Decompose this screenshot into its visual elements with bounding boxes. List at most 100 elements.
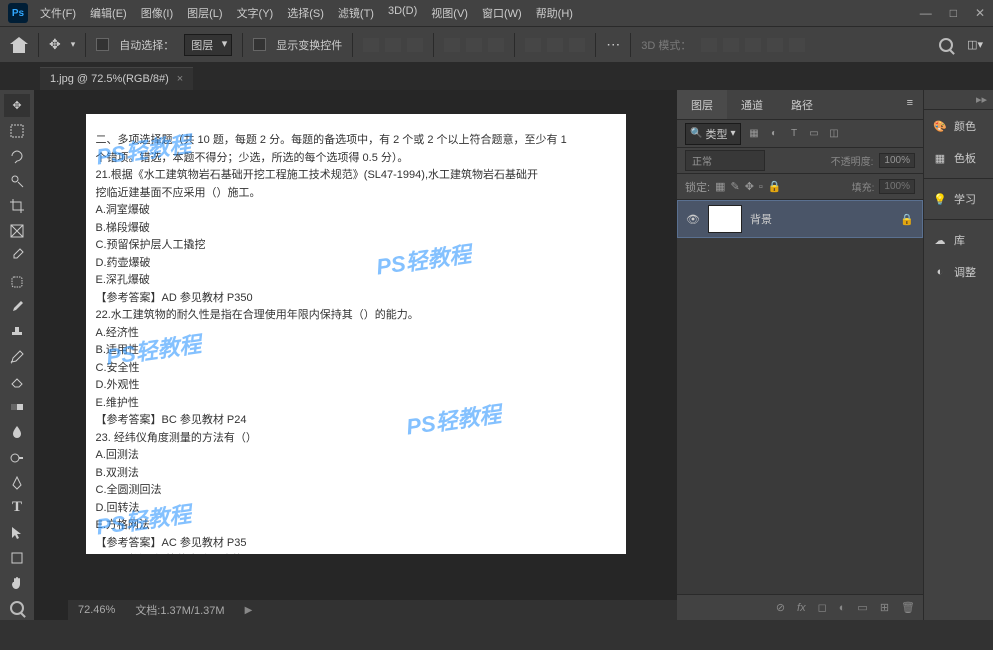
blur-tool[interactable] bbox=[4, 421, 30, 444]
brush-tool[interactable] bbox=[4, 295, 30, 318]
close-button[interactable]: ✕ bbox=[975, 6, 985, 20]
tab-paths[interactable]: 路径 bbox=[777, 90, 827, 119]
move-tool[interactable]: ✥ bbox=[4, 94, 30, 117]
marquee-tool[interactable] bbox=[4, 119, 30, 142]
align-icon[interactable] bbox=[363, 38, 379, 52]
blend-mode-dropdown[interactable]: 正常 bbox=[685, 150, 765, 171]
align-icon[interactable] bbox=[385, 38, 401, 52]
auto-select-checkbox[interactable] bbox=[96, 38, 109, 51]
tab-layers[interactable]: 图层 bbox=[677, 90, 727, 119]
menu-edit[interactable]: 编辑(E) bbox=[90, 5, 127, 21]
collapse-toggle-icon[interactable]: ▸▸ bbox=[924, 90, 993, 110]
tab-channels[interactable]: 通道 bbox=[727, 90, 777, 119]
lock-paint-icon[interactable]: ✎ bbox=[730, 180, 739, 193]
dodge-tool[interactable] bbox=[4, 446, 30, 469]
quick-select-tool[interactable] bbox=[4, 169, 30, 192]
pen-tool[interactable] bbox=[4, 471, 30, 494]
layer-group-icon[interactable]: ▭ bbox=[857, 601, 867, 614]
layer-panel-footer: ⊘ fx ◻ ◐ ▭ ⊞ 🗑 bbox=[677, 594, 923, 620]
panel-swatches[interactable]: ▦色板 bbox=[924, 142, 993, 174]
distribute-icon[interactable] bbox=[488, 38, 504, 52]
shape-tool[interactable] bbox=[4, 547, 30, 570]
fill-value[interactable]: 100% bbox=[879, 179, 915, 194]
3d-icon[interactable] bbox=[767, 38, 783, 52]
show-transform-checkbox[interactable] bbox=[253, 38, 266, 51]
3d-icon[interactable] bbox=[745, 38, 761, 52]
lock-all-icon[interactable]: 🔒 bbox=[768, 180, 782, 193]
lock-position-icon[interactable]: ✥ bbox=[745, 180, 754, 193]
layer-item[interactable]: 👁 背景 🔒 bbox=[677, 200, 923, 238]
crop-tool[interactable] bbox=[4, 195, 30, 218]
adjustment-layer-icon[interactable]: ◐ bbox=[839, 602, 846, 614]
3d-icon[interactable] bbox=[789, 38, 805, 52]
panel-menu-icon[interactable]: ≡ bbox=[897, 90, 923, 119]
eyedropper-tool[interactable] bbox=[4, 245, 30, 268]
delete-layer-icon[interactable]: 🗑 bbox=[901, 601, 915, 614]
filter-adjust-icon[interactable]: ◐ bbox=[767, 127, 781, 141]
distribute-icon[interactable] bbox=[569, 38, 585, 52]
lock-icon[interactable]: 🔒 bbox=[900, 213, 914, 226]
lock-pixels-icon[interactable]: ▦ bbox=[715, 180, 725, 193]
menu-select[interactable]: 选择(S) bbox=[287, 5, 324, 21]
layer-mask-icon[interactable]: ◻ bbox=[818, 601, 827, 614]
menu-window[interactable]: 窗口(W) bbox=[482, 5, 522, 21]
frame-tool[interactable] bbox=[4, 220, 30, 243]
panel-color[interactable]: 🎨颜色 bbox=[924, 110, 993, 142]
new-layer-icon[interactable]: ⊞ bbox=[880, 601, 889, 614]
link-layers-icon[interactable]: ⊘ bbox=[776, 601, 785, 614]
filter-smart-icon[interactable]: ◫ bbox=[827, 127, 841, 141]
layer-dropdown[interactable]: 图层 bbox=[184, 34, 232, 56]
lasso-tool[interactable] bbox=[4, 144, 30, 167]
layer-thumbnail[interactable] bbox=[708, 205, 742, 233]
layer-style-icon[interactable]: fx bbox=[797, 602, 806, 614]
gradient-tool[interactable] bbox=[4, 396, 30, 419]
filter-type-icon[interactable]: T bbox=[787, 127, 801, 141]
distribute-icon[interactable] bbox=[547, 38, 563, 52]
layer-name[interactable]: 背景 bbox=[750, 211, 772, 227]
filter-shape-icon[interactable]: ▭ bbox=[807, 127, 821, 141]
stamp-tool[interactable] bbox=[4, 320, 30, 343]
menu-layer[interactable]: 图层(L) bbox=[187, 5, 222, 21]
menu-view[interactable]: 视图(V) bbox=[431, 5, 468, 21]
type-tool[interactable]: T bbox=[4, 496, 30, 519]
search-icon[interactable] bbox=[939, 38, 953, 52]
healing-tool[interactable] bbox=[4, 270, 30, 293]
home-icon[interactable] bbox=[10, 37, 28, 53]
eraser-tool[interactable] bbox=[4, 371, 30, 394]
status-arrow-icon[interactable]: ▶ bbox=[245, 605, 253, 616]
menu-type[interactable]: 文字(Y) bbox=[237, 5, 274, 21]
path-select-tool[interactable] bbox=[4, 521, 30, 544]
zoom-level[interactable]: 72.46% bbox=[78, 604, 115, 616]
align-icon[interactable] bbox=[407, 38, 423, 52]
chevron-down-icon[interactable]: ▾ bbox=[71, 39, 76, 50]
distribute-icon[interactable] bbox=[466, 38, 482, 52]
menu-file[interactable]: 文件(F) bbox=[40, 5, 76, 21]
opacity-label: 不透明度: bbox=[831, 153, 874, 168]
menu-image[interactable]: 图像(I) bbox=[141, 5, 173, 21]
minimize-button[interactable]: — bbox=[920, 6, 932, 20]
menu-filter[interactable]: 滤镜(T) bbox=[338, 5, 374, 21]
distribute-icon[interactable] bbox=[444, 38, 460, 52]
maximize-button[interactable]: □ bbox=[950, 6, 957, 20]
more-icon[interactable]: ⋯ bbox=[606, 36, 620, 53]
file-tab[interactable]: 1.jpg @ 72.5%(RGB/8#) × bbox=[40, 67, 193, 90]
filter-pixel-icon[interactable]: ▦ bbox=[747, 127, 761, 141]
document-canvas[interactable]: PS轻教程 PS轻教程 PS轻教程 PS轻教程 PS轻教程 二、多项选择题（共 … bbox=[86, 114, 626, 554]
panel-adjustments[interactable]: ◐调整 bbox=[924, 256, 993, 288]
filter-type-dropdown[interactable]: 🔍类型▾ bbox=[685, 123, 741, 145]
3d-icon[interactable] bbox=[701, 38, 717, 52]
zoom-tool[interactable] bbox=[4, 597, 30, 620]
visibility-toggle-icon[interactable]: 👁 bbox=[686, 212, 700, 226]
workspace-icon[interactable]: ◫▾ bbox=[967, 38, 983, 51]
hand-tool[interactable] bbox=[4, 572, 30, 595]
close-tab-icon[interactable]: × bbox=[177, 73, 183, 85]
lock-artboard-icon[interactable]: ▫ bbox=[759, 181, 763, 193]
3d-icon[interactable] bbox=[723, 38, 739, 52]
opacity-value[interactable]: 100% bbox=[879, 153, 915, 168]
menu-help[interactable]: 帮助(H) bbox=[536, 5, 573, 21]
distribute-icon[interactable] bbox=[525, 38, 541, 52]
panel-libraries[interactable]: ☁库 bbox=[924, 224, 993, 256]
history-brush-tool[interactable] bbox=[4, 345, 30, 368]
panel-learn[interactable]: 💡学习 bbox=[924, 183, 993, 215]
menu-3d[interactable]: 3D(D) bbox=[388, 5, 417, 21]
